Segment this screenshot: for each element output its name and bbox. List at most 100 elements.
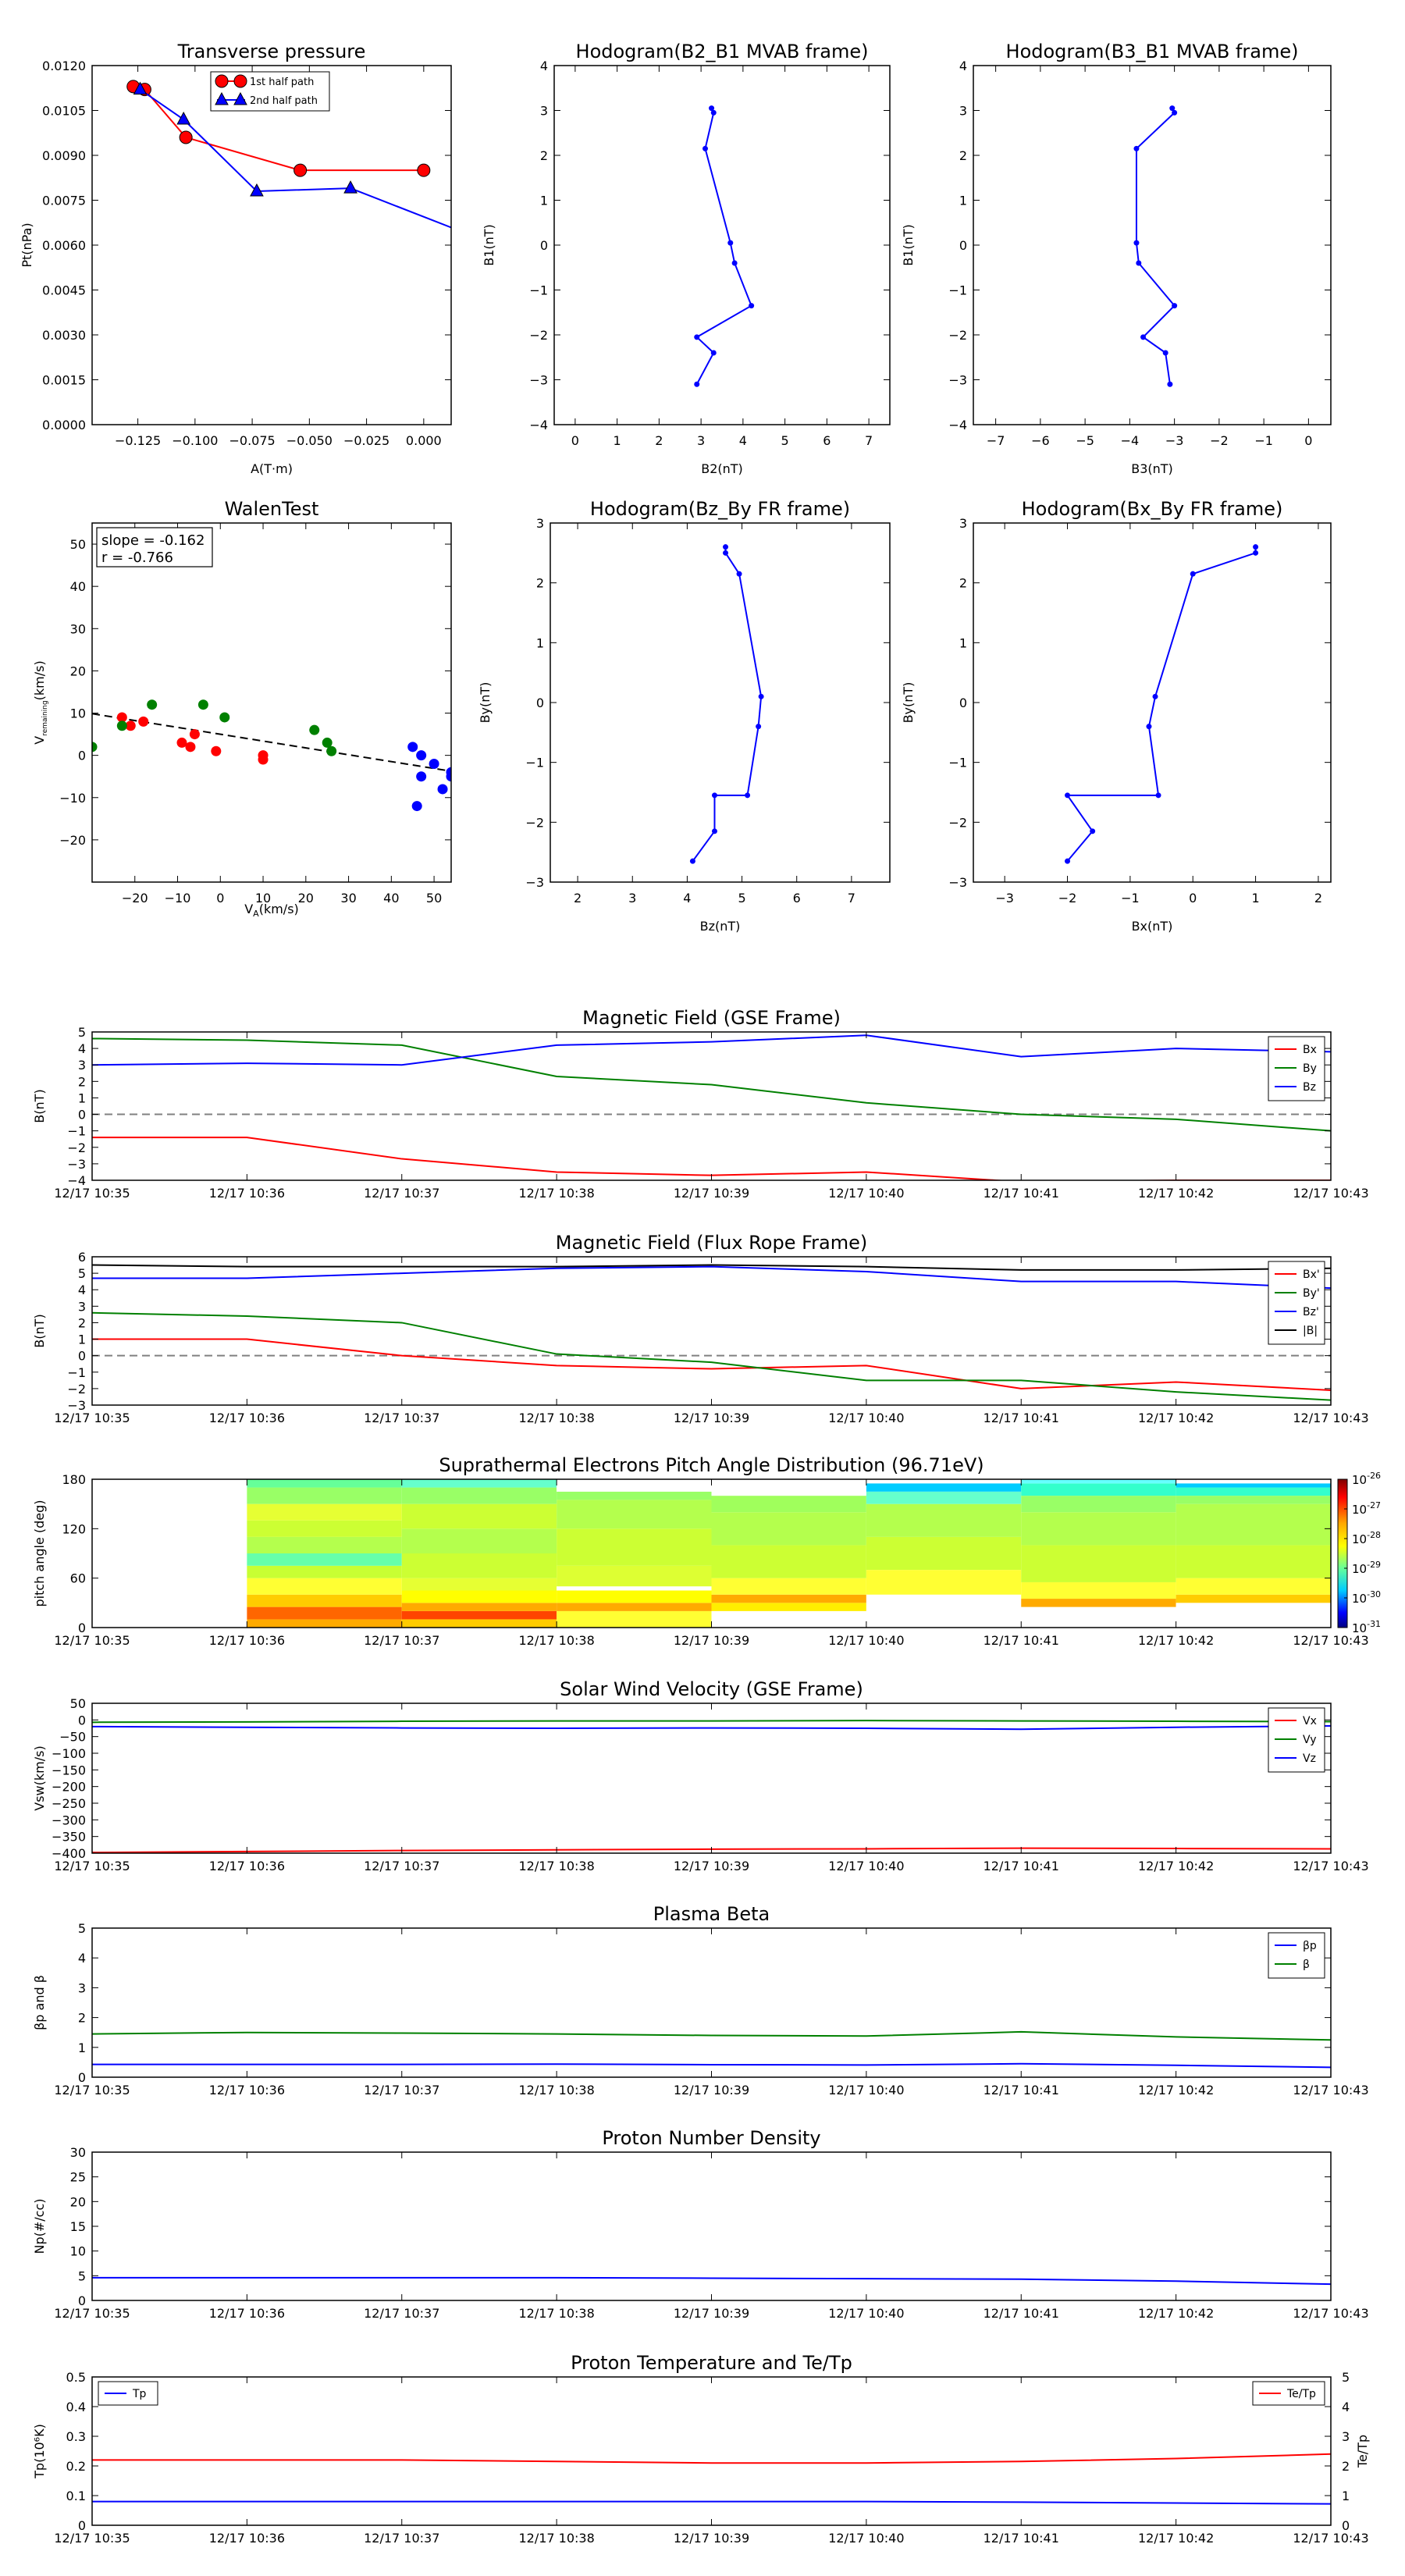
y-tick-label: 2 [959,576,967,591]
legend-label: Tp [132,2388,147,2400]
time-tick-label: 12/17 10:41 [984,1633,1059,1648]
series-line [92,2453,1331,2464]
scatter-point [416,771,427,782]
heatmap-cell [866,1491,1022,1504]
time-tick-label: 12/17 10:38 [518,1411,594,1425]
plot-area [92,699,451,812]
panel-mag-gse: Magnetic Field (GSE Frame) 12/17 10:35 12/… [32,1007,1369,1201]
y-tick-label: 0.0015 [42,373,86,388]
time-tick-label: 12/17 10:41 [984,2083,1059,2097]
x-tick-label: 40 [383,891,399,906]
point-marker [1190,571,1196,577]
x-tick-label: −3 [995,891,1014,906]
y-tick-label: −2 [67,1382,86,1397]
heatmap-cell [557,1610,712,1628]
y-tick-label: 1 [959,194,967,208]
y-tick-label: −50 [59,1730,86,1745]
panel-hodogram-b2-b1: Hodogram(B2_B1 MVAB frame) 0 1 2 3 4 5 6 7 −4 −3 −2… [482,41,891,476]
point-marker [723,550,729,556]
time-tick-label: 12/17 10:40 [828,2306,904,2321]
heatmap-cell [711,1578,866,1595]
point-marker [711,792,717,799]
y-tick-label: 0.0120 [42,59,86,73]
heatmap-cell [1176,1483,1331,1488]
time-tick-label: 12/17 10:35 [54,1411,130,1425]
y-tick-label: 1 [536,635,544,650]
scatter-point [309,724,320,735]
time-tick-label: 12/17 10:38 [518,2531,594,2546]
scatter-point [147,699,158,710]
y-tick-label: 2 [78,1315,86,1330]
series-line [692,546,763,862]
axes-frame [973,522,1332,883]
time-tick-label: 12/17 10:37 [364,2531,439,2546]
time-tick-label: 12/17 10:40 [828,1633,904,1648]
scatter-point [326,745,337,756]
legend-label: Vx [1303,1715,1317,1727]
y-tick-label: −2 [948,815,967,830]
point-marker [710,350,717,356]
point-marker [176,111,191,125]
time-tick-label: 12/17 10:41 [984,2306,1059,2321]
y-tick-label: 30 [70,621,86,636]
time-tick-label: 12/17 10:42 [1138,2306,1214,2321]
axes-frame [550,522,891,883]
y-tick-label: 0.1 [66,2489,86,2503]
heatmap-cell [401,1578,557,1591]
panel-pitch-angle-distribution: Suprathermal Electrons Pitch Angle Distr… [32,1454,1381,1648]
x-label-main: V [244,902,253,916]
x-tick-label: 6 [793,891,801,906]
y-tick-label: 0 [78,2518,86,2533]
scatter-point [138,716,149,727]
heatmap-cell [247,1553,402,1566]
time-tick-label: 12/17 10:43 [1293,2531,1368,2546]
point-marker [293,163,308,177]
series-line [1065,546,1257,862]
time-tick-label: 12/17 10:39 [674,2083,749,2097]
legend: Bx By Bz [1268,1036,1325,1101]
colorbar: 10-2610-2710-2810-2910-3010-31 [1337,1471,1381,1635]
point-marker [1172,303,1178,309]
time-tick-label: 12/17 10:41 [984,1411,1059,1425]
time-tick-label: 12/17 10:36 [209,1633,285,1648]
chart-title: Magnetic Field (GSE Frame) [582,1007,841,1029]
chart-title: Hodogram(Bz_By FR frame) [590,498,850,520]
time-tick-label: 12/17 10:37 [364,1186,439,1201]
point-marker [1065,792,1071,799]
time-tick-label: 12/17 10:39 [674,2531,749,2546]
time-tick-label: 12/17 10:43 [1293,1411,1368,1425]
heatmap-cell [1176,1578,1331,1595]
colorbar-exponent: -28 [1367,1530,1381,1540]
point-marker [179,130,193,144]
y-tick-label-right: 0 [1342,2518,1350,2533]
x-tick-label: 30 [340,891,356,906]
plot-area [92,1034,1331,1180]
heatmap-cell [401,1479,557,1488]
y-tick-label: −3 [529,373,548,388]
y-tick-label: 0 [78,1713,86,1727]
colorbar-base: 10 [1352,1503,1367,1517]
y-tick-label: 25 [70,2170,86,2185]
time-tick-label: 12/17 10:35 [54,1633,130,1648]
y-tick-label: 1 [78,1091,86,1105]
time-tick-label: 12/17 10:36 [209,2306,285,2321]
chart-title: Proton Number Density [602,2127,820,2149]
y-tick-label: −3 [525,875,544,890]
point-marker [343,180,357,194]
heatmap-cell [401,1528,557,1553]
legend-label: Vz [1303,1752,1316,1765]
scatter-point [411,801,422,812]
x-tick-label: 0 [1189,891,1197,906]
panel-sw-velocity: Solar Wind Velocity (GSE Frame) 12/17 10:… [32,1678,1369,1873]
y-tick-label: −1 [525,756,544,770]
y-tick-label: 4 [959,59,967,73]
colorbar-base: 10 [1352,1592,1367,1606]
chart-title: Hodogram(Bx_By FR frame) [1022,498,1283,520]
heatmap-cell [866,1479,1022,1484]
time-tick-label: 12/17 10:42 [1138,1633,1214,1648]
x-tick-label: −2 [1058,891,1077,906]
y-tick-label: 2 [959,148,967,163]
point-marker [736,571,742,577]
x-tick-label: −0.075 [229,433,275,448]
y-tick-label: −3 [67,1398,86,1413]
